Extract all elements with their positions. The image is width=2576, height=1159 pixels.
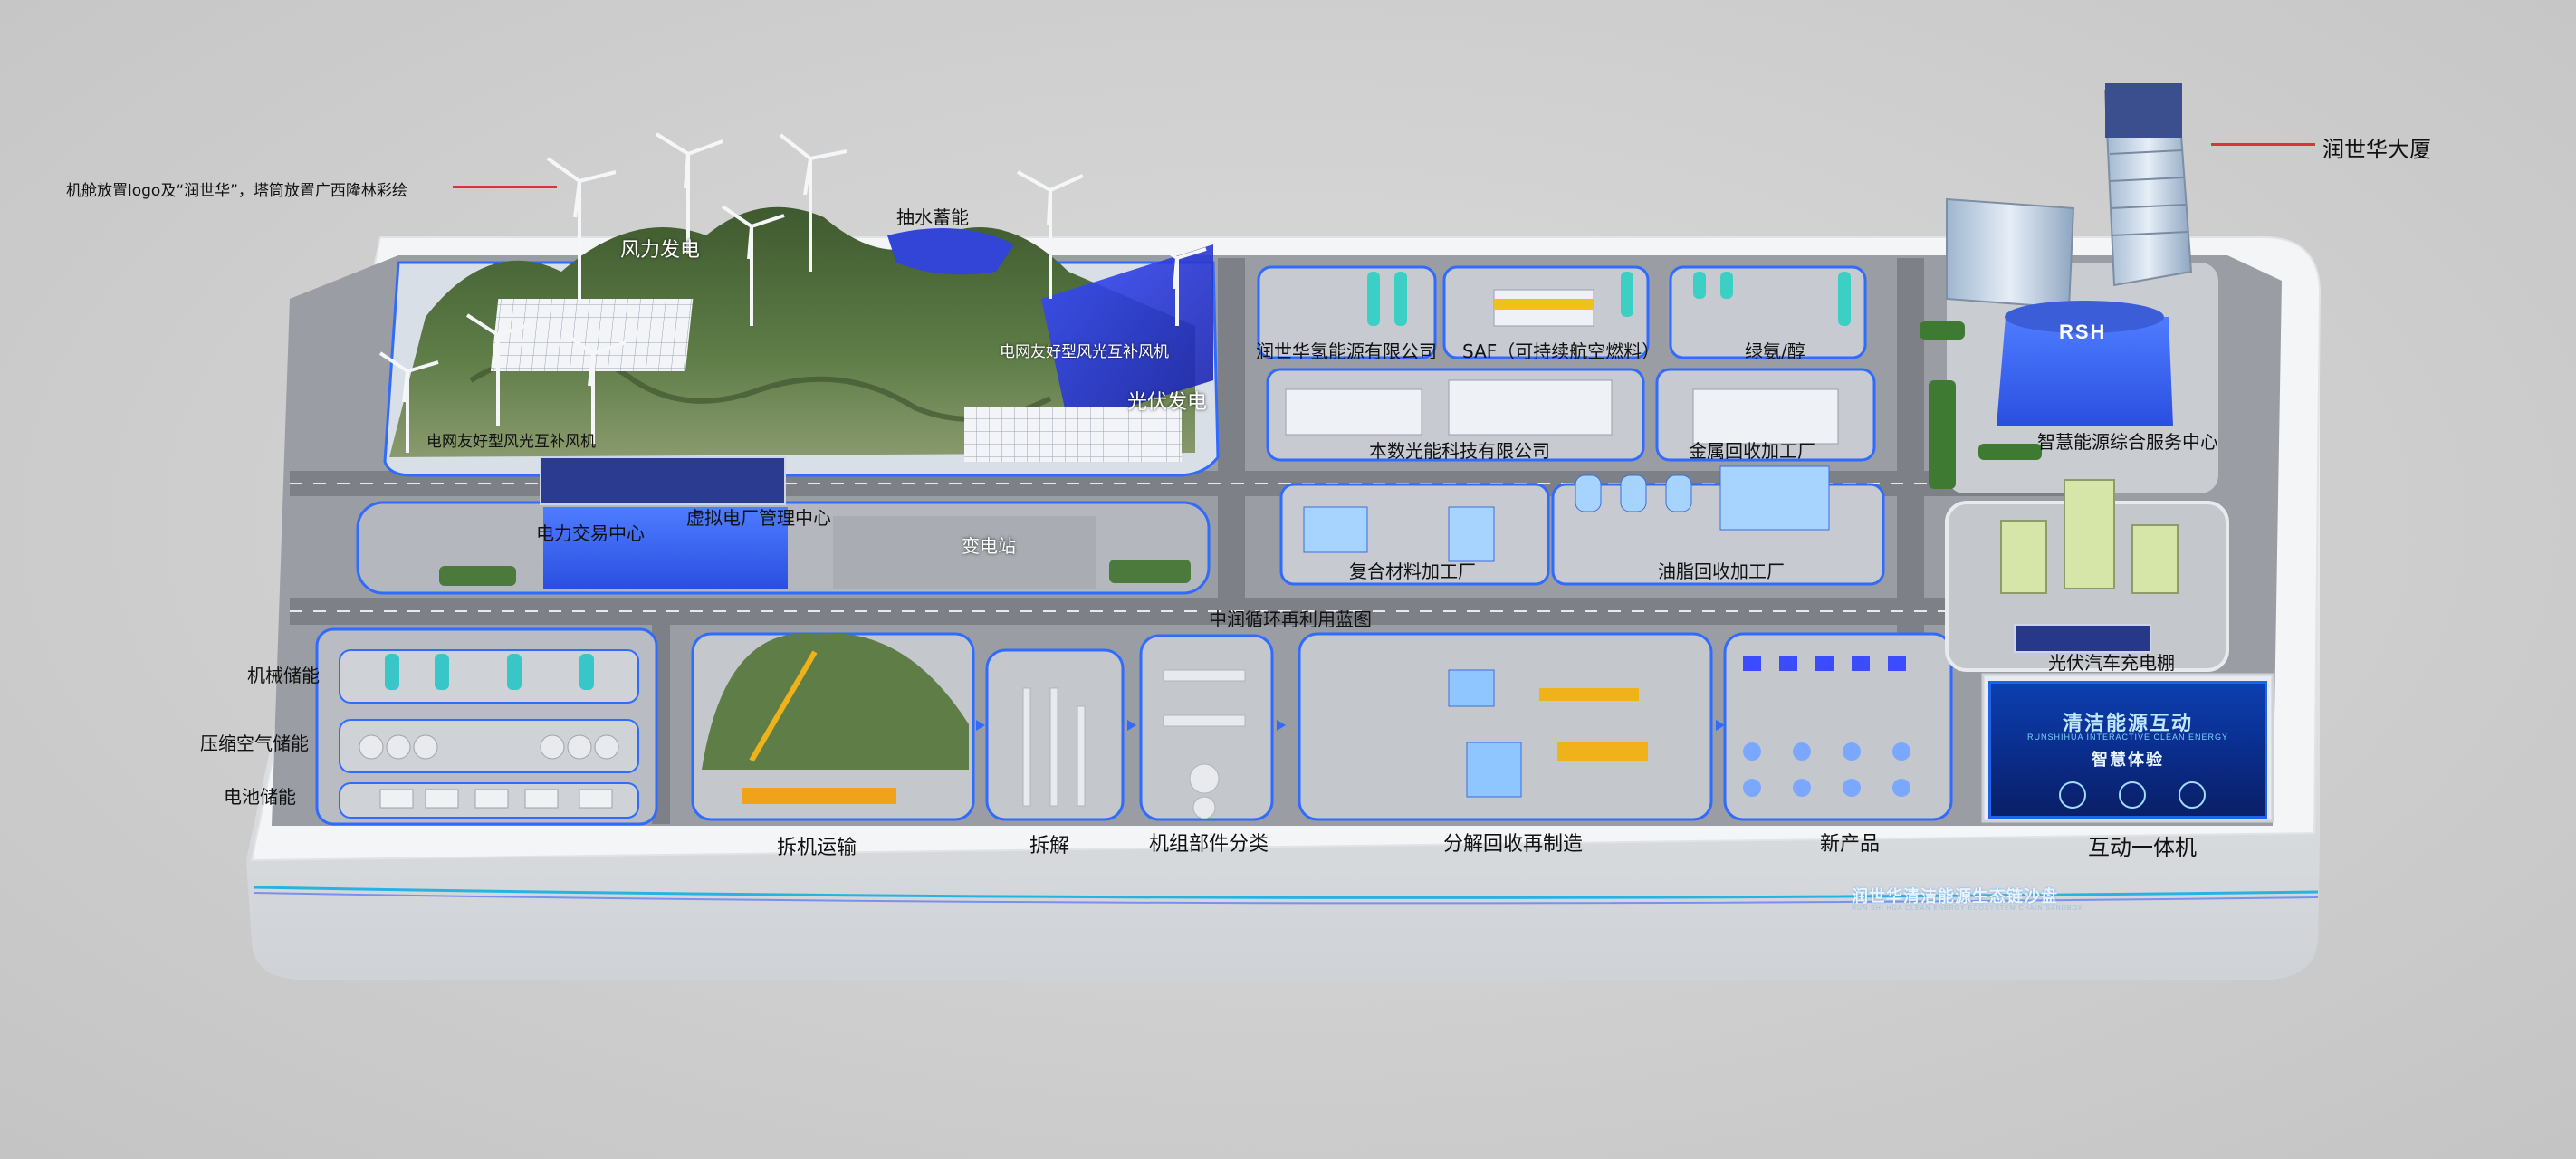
zone-mechanical-storage: 机械储能: [247, 665, 320, 686]
building-callout: 润世华大厦: [2322, 137, 2431, 162]
screen-icon-3[interactable]: [2179, 781, 2206, 809]
building-callout-leader: [2211, 143, 2315, 146]
zone-grid-friendly-wind-1: 电网友好型风光互补风机: [1000, 343, 1169, 361]
label-dismantle-transport: 拆机运输: [777, 837, 857, 859]
zone-saf: SAF（可持续航空燃料）: [1462, 340, 1661, 362]
zone-oil-recycling: 油脂回收加工厂: [1658, 560, 1785, 582]
label-component-sorting: 机组部件分类: [1149, 833, 1269, 856]
zone-hydrogen-company: 润世华氢能源有限公司: [1256, 340, 1437, 362]
label-dismantle: 拆解: [1029, 835, 1070, 857]
zone-composite-processing: 复合材料加工厂: [1349, 560, 1476, 582]
label-new-products: 新产品: [1820, 833, 1881, 856]
screen-icon-2[interactable]: [2119, 781, 2146, 809]
zone-green-ammonia: 绿氨/醇: [1745, 340, 1805, 362]
zone-grid-friendly-wind-2: 电网友好型风光互补风机: [426, 433, 596, 451]
zone-photovoltaic-company: 本数光能科技有限公司: [1369, 440, 1550, 462]
zone-smart-energy-center: 智慧能源综合服务中心: [2037, 431, 2218, 453]
zone-virtual-power-plant: 虚拟电厂管理中心: [686, 507, 831, 529]
screen-subtitle: RUNSHIHUA INTERACTIVE CLEAN ENERGY: [2026, 733, 2229, 742]
interactive-screen[interactable]: 清洁能源互动 RUNSHIHUA INTERACTIVE CLEAN ENERG…: [1988, 681, 2267, 819]
brand-strip-english: RUN SHI HUA CLEAN ENERGY ECOSYSTEM CHAIN…: [1852, 905, 2083, 912]
sandbox-model: [246, 83, 2322, 980]
zone-power-trading-center: 电力交易中心: [536, 522, 645, 544]
brand-strip-title: 润世华清洁能源生态链沙盘: [1852, 887, 2058, 905]
zone-substation: 变电站: [962, 535, 1016, 557]
nacelle-note: 机舱放置logo及“润世华”，塔筒放置广西隆林彩绘: [66, 182, 407, 200]
right-campus: [1920, 83, 2229, 672]
screen-caption: 智慧体验: [2092, 751, 2164, 769]
zone-battery-storage: 电池储能: [224, 786, 296, 808]
label-interactive-kiosk: 互动一体机: [2088, 835, 2197, 860]
screen-icon-1[interactable]: [2059, 781, 2086, 809]
rsh-building-sign: RSH: [2059, 321, 2107, 343]
zone-wind-power: 风力发电: [620, 239, 701, 262]
zone-solar-power: 光伏发电: [1127, 391, 1208, 414]
zone-compressed-air-storage: 压缩空气储能: [200, 733, 309, 754]
label-recycling-manufacturing: 分解回收再制造: [1443, 833, 1584, 856]
zone-circular-blueprint: 中润循环再利用蓝图: [1209, 608, 1372, 630]
zone-solar-carport: 光伏汽车充电棚: [2048, 652, 2175, 674]
zone-pumped-storage: 抽水蓄能: [896, 206, 969, 228]
storage-bay: [315, 627, 658, 826]
nacelle-note-leader: [453, 186, 557, 188]
zone-metal-recycling: 金属回收加工厂: [1689, 440, 1815, 462]
